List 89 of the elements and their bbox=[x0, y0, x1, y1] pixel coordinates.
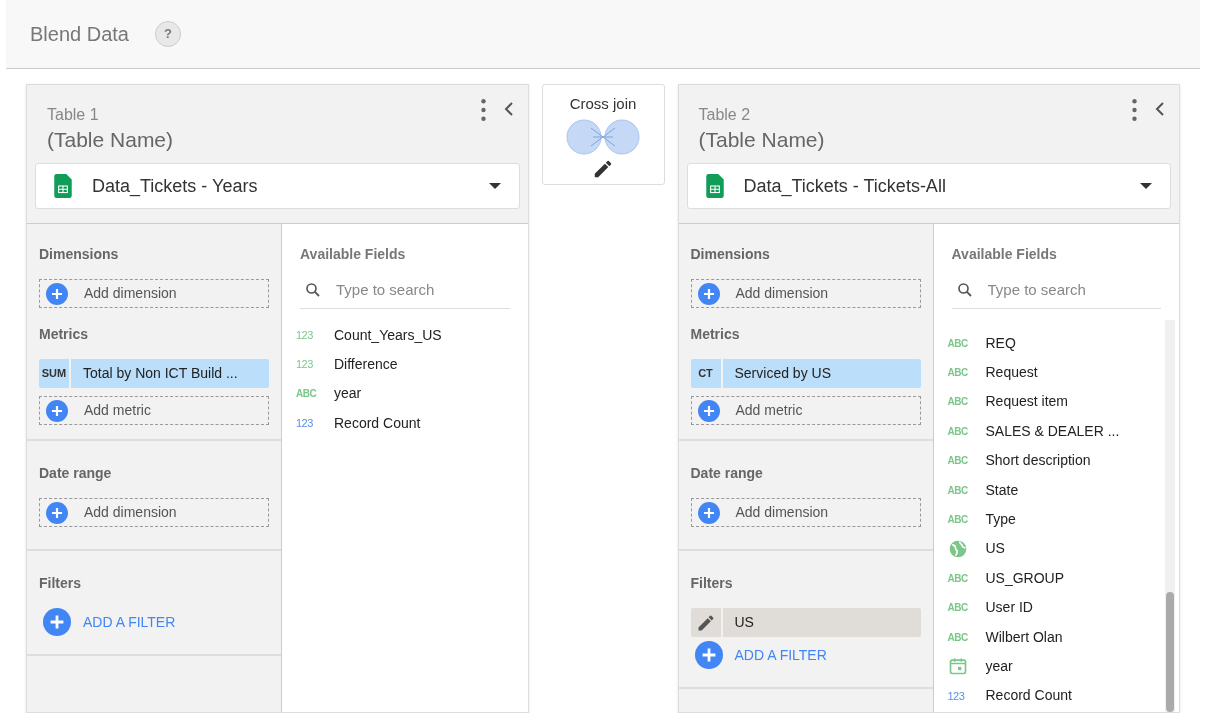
spreadsheet-icon bbox=[705, 174, 724, 198]
field-list-item[interactable]: ABC User ID bbox=[947, 593, 1165, 623]
section-heading: Filters bbox=[39, 574, 82, 593]
field-chip[interactable]: CT Serviced by US bbox=[690, 359, 921, 388]
search-input[interactable]: Type to search bbox=[987, 279, 1161, 302]
venn-diagram-icon bbox=[565, 117, 641, 156]
text-type-label: ABC bbox=[296, 387, 318, 402]
more-icon[interactable] bbox=[1132, 99, 1137, 121]
table-label: Table 1 bbox=[47, 105, 100, 125]
number-type-label: 123 bbox=[296, 416, 314, 432]
field-list-item[interactable]: ABC Wilbert Olan bbox=[947, 622, 1165, 652]
field-chip[interactable]: US bbox=[690, 608, 921, 637]
section-heading: Dimensions bbox=[690, 245, 771, 264]
section-heading: Filters bbox=[690, 574, 734, 593]
plus-icon bbox=[697, 282, 720, 305]
field-list-item[interactable]: ABC Short description bbox=[947, 446, 1165, 476]
section-heading: Date range bbox=[39, 464, 113, 483]
section-heading: Metrics bbox=[690, 325, 741, 344]
field-list-item[interactable]: 123 Record Count bbox=[296, 408, 514, 439]
number-type-label: 123 bbox=[296, 357, 314, 373]
plus-icon bbox=[694, 641, 723, 669]
search-input[interactable]: Type to search bbox=[336, 279, 510, 302]
plus-icon bbox=[46, 501, 68, 524]
text-type-label: ABC bbox=[947, 483, 969, 498]
data-source-dropdown[interactable]: Data_Tickets - Tickets-All bbox=[686, 163, 1171, 209]
text-type-label: ABC bbox=[947, 395, 969, 410]
field-list-item[interactable]: 123 Count_Years_US bbox=[296, 320, 514, 350]
section-heading: Dimensions bbox=[39, 245, 120, 264]
field-chip[interactable]: SUM Total by Non ICT Build ... bbox=[39, 359, 269, 388]
more-icon[interactable] bbox=[480, 99, 486, 121]
plus-icon bbox=[697, 501, 720, 524]
table-name[interactable]: (Table Name) bbox=[698, 127, 1132, 153]
field-list-item[interactable]: US bbox=[947, 534, 1165, 564]
page-title: Blend Data bbox=[30, 22, 129, 47]
field-list-item[interactable]: ABC US_GROUP bbox=[947, 563, 1165, 593]
field-list-item[interactable]: ABC REQ bbox=[947, 328, 1165, 358]
calendar-icon bbox=[947, 656, 968, 677]
section-heading: Available Fields bbox=[951, 245, 1058, 264]
add-field-button[interactable]: Add dimension bbox=[39, 498, 269, 527]
search-field[interactable]: Type to search bbox=[951, 279, 1161, 309]
plus-icon bbox=[46, 282, 68, 305]
table-label: Table 2 bbox=[698, 105, 752, 125]
add-field-button[interactable]: Add dimension bbox=[690, 498, 921, 527]
plus-icon bbox=[46, 399, 68, 422]
field-label: Serviced by US bbox=[733, 364, 832, 383]
scrollbar[interactable] bbox=[1165, 320, 1175, 712]
text-type-label: ABC bbox=[947, 424, 969, 439]
join-button[interactable]: Cross join bbox=[541, 84, 665, 185]
table-name[interactable]: (Table Name) bbox=[47, 127, 481, 153]
field-list-item[interactable]: ABC Request bbox=[947, 357, 1165, 388]
aggregation-label: CT bbox=[698, 366, 713, 382]
text-type-label: ABC bbox=[947, 366, 969, 381]
field-list-item[interactable]: year bbox=[947, 651, 1165, 682]
section-heading: Available Fields bbox=[300, 245, 407, 264]
plus-icon bbox=[697, 399, 720, 422]
help-button[interactable]: ? bbox=[154, 21, 181, 47]
section-heading: Metrics bbox=[39, 325, 90, 344]
collapse-icon[interactable] bbox=[503, 101, 514, 117]
add-field-button[interactable]: Add dimension bbox=[39, 279, 269, 308]
text-type-label: ABC bbox=[947, 601, 969, 616]
text-type-label: ABC bbox=[947, 630, 969, 645]
spreadsheet-icon bbox=[54, 174, 72, 198]
section-heading: Date range bbox=[690, 464, 764, 483]
add-field-button[interactable]: Add dimension bbox=[690, 279, 921, 308]
text-type-label: ABC bbox=[947, 454, 969, 469]
number-type-label: 123 bbox=[947, 688, 966, 704]
data-source-dropdown[interactable]: Data_Tickets - Years bbox=[35, 163, 520, 209]
text-type-label: ABC bbox=[947, 571, 969, 586]
caret-icon bbox=[488, 183, 501, 189]
add-field-button[interactable]: Add metric bbox=[39, 396, 269, 425]
field-list-item[interactable]: ABC Request item bbox=[947, 387, 1165, 417]
field-list-item[interactable]: ABC year bbox=[296, 379, 514, 409]
number-type-label: 123 bbox=[296, 327, 314, 343]
collapse-icon[interactable] bbox=[1155, 101, 1165, 117]
field-list-item[interactable]: 123 Record Count bbox=[947, 681, 1165, 711]
caret-icon bbox=[1140, 183, 1152, 189]
field-list-item[interactable]: ABC Type bbox=[947, 504, 1165, 535]
add-field-button[interactable]: Add metric bbox=[690, 396, 921, 425]
aggregation-label: SUM bbox=[41, 366, 67, 382]
field-list-item[interactable]: ABC State bbox=[947, 475, 1165, 505]
search-field[interactable]: Type to search bbox=[300, 279, 510, 309]
plus-icon bbox=[43, 608, 71, 636]
text-type-label: ABC bbox=[947, 336, 969, 351]
globe-icon bbox=[947, 538, 968, 559]
field-list-item[interactable]: 123 Difference bbox=[296, 349, 514, 380]
field-label: Total by Non ICT Build ... bbox=[82, 364, 239, 383]
text-type-label: ABC bbox=[947, 513, 969, 528]
field-label: US bbox=[733, 613, 755, 632]
field-list-item[interactable]: ABC SALES & DEALER ... bbox=[947, 416, 1165, 447]
